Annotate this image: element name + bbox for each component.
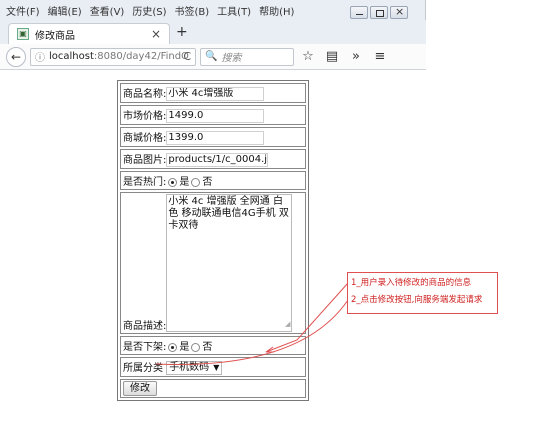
annotation-line-2: 2_点击修改按钮,向服务端发起请求 [351,295,483,305]
arrow-to-form [265,282,349,353]
annotation-line-1: 1_用户录入待修改的商品的信息 [351,278,472,288]
annotation-arrows [155,282,349,365]
annotation-box: 1_用户录入待修改的商品的信息 2_点击修改按钮,向服务端发起请求 [347,272,498,314]
arrow-to-button [155,299,349,365]
